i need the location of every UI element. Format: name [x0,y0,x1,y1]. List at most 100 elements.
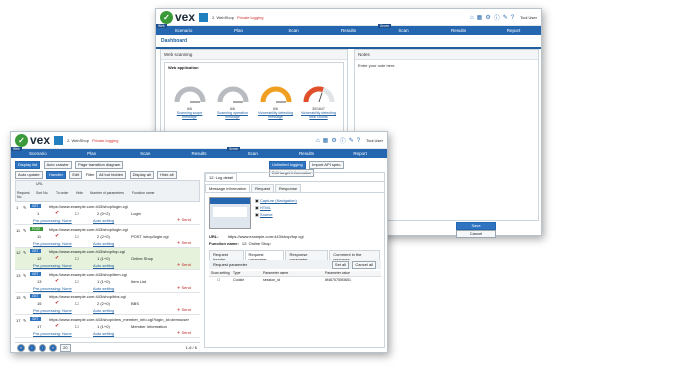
check-icon[interactable]: ✔ [55,323,59,329]
auto-setting-link[interactable]: Auto setting [93,331,114,336]
save-button[interactable]: Save [456,222,496,230]
check-icon[interactable]: ✔ [55,278,59,284]
auto-setting-link[interactable]: Auto setting [93,308,114,313]
nav-scenario[interactable]: Scenario [11,151,65,156]
gauge-link[interactable]: Scanning scope message [171,111,208,119]
send-button[interactable]: ✈ Send [177,240,191,245]
table-row[interactable]: 17 ✎ GET https://www.example.com:443/shop/v… [15,316,200,338]
edit-icon[interactable]: ✎ [23,295,26,300]
nav-plan[interactable]: Plan [65,151,119,156]
hide-all-button[interactable]: Hide all [157,171,177,179]
nav-server-scan[interactable]: Scan [226,151,280,156]
capture-link[interactable]: Capture (Navigation) [260,198,297,203]
tools-icon[interactable]: ✎ [349,137,354,144]
pre-processing-link[interactable]: Pre-processing: None [33,241,72,246]
gauge-link[interactable]: Vulnerability detecting message [257,111,294,119]
nav-scan[interactable]: Scan [266,28,321,33]
html-link[interactable]: HTML [260,205,271,210]
home-icon[interactable]: ⌂ [316,138,320,144]
table-row[interactable]: 13 ✎ GET https://www.example.com:443/shop/i… [15,271,200,293]
cancel-all-button[interactable]: Cancel all [352,261,376,269]
hide-checkbox[interactable]: ☐ [75,234,79,239]
pre-processing-link[interactable]: Pre-processing: None [33,218,72,223]
nav-results[interactable]: Results [172,151,226,156]
nav-plan[interactable]: Plan [211,28,266,33]
table-row[interactable]: 15 ✎ GET https://www.example.com:443/shop/b… [15,293,200,315]
hide-checkbox[interactable]: ☐ [75,211,79,216]
pre-processing-link[interactable]: Pre-processing: None [33,286,72,291]
auto-setting-link[interactable]: Auto setting [93,241,114,246]
scan-checkbox[interactable]: ☐ [217,278,220,282]
send-button[interactable]: ✈ Send [177,307,191,312]
display-all-button[interactable]: Display all [129,171,154,179]
edit-icon[interactable]: ✎ [23,205,26,210]
nav-report[interactable]: Report [333,151,387,156]
pre-processing-link[interactable]: Pre-processing: None [33,263,72,268]
page-size-select[interactable]: 20 [60,344,71,352]
info-icon[interactable]: ⓘ [494,13,500,22]
tools-icon[interactable]: ✎ [503,14,508,21]
tab-request[interactable]: Request [251,184,275,192]
send-button[interactable]: ✈ Send [177,262,191,267]
next-page-icon[interactable]: › [38,344,46,352]
unlimited-logging-button[interactable]: Unlimited logging [269,161,306,169]
source-link[interactable]: Source [260,212,273,217]
check-icon[interactable]: ✔ [55,210,59,216]
nav-results[interactable]: Results [321,28,376,33]
hide-checkbox[interactable]: ☐ [75,279,79,284]
notes-textarea[interactable]: Enter your note here. [355,60,538,71]
gauge-link[interactable]: Scanning operation message [214,111,251,119]
edit-icon[interactable]: ✎ [23,273,26,278]
grid-icon[interactable]: ▦ [323,137,329,144]
hide-checkbox[interactable]: ☐ [75,324,79,329]
import-api-button[interactable]: Import API spec. [309,161,345,169]
auto-setting-link[interactable]: Auto setting [93,263,114,268]
set-all-button[interactable]: Set all [331,261,350,269]
prev-page-icon[interactable]: ‹ [28,344,36,352]
pre-processing-link[interactable]: Pre-processing: None [33,308,72,313]
page-capture-thumbnail[interactable] [209,197,251,229]
check-icon[interactable]: ✔ [55,255,59,261]
edit-icon[interactable]: ✎ [23,228,26,233]
user-menu[interactable]: Tool User [520,15,537,20]
cancel-button[interactable]: Cancel [456,230,496,238]
edit-button[interactable]: Edit [69,171,83,179]
grid-icon[interactable]: ▦ [477,14,483,21]
filter-select[interactable]: All but hidden [95,171,127,179]
auto-setting-link[interactable]: Auto setting [93,286,114,291]
table-row[interactable]: 11 ✎ POST https://www.example.com:443/shop/… [15,226,200,248]
hide-checkbox[interactable]: ☐ [75,256,79,261]
edit-icon[interactable]: ✎ [23,250,26,255]
display-list-button[interactable]: Display list [15,161,41,169]
edit-icon[interactable]: ✎ [23,318,26,323]
hide-checkbox[interactable]: ☐ [75,301,79,306]
pre-processing-link[interactable]: Pre-processing: None [33,331,72,336]
nav-server-results[interactable]: Results [431,28,486,33]
nav-server-scan[interactable]: Scan [376,28,431,33]
page-transition-button[interactable]: Page transition diagram [75,161,124,169]
table-row[interactable]: 1 ✎ GET https://www.example.com:443/shop/lo… [15,203,200,225]
settings-icon[interactable]: ⚙ [485,14,490,21]
auto-update-button[interactable]: Auto update [15,171,43,179]
check-icon[interactable]: ✔ [55,233,59,239]
tab-message-info[interactable]: Message information [205,184,251,192]
nav-scenario[interactable]: Scenario [156,28,211,33]
settings-icon[interactable]: ⚙ [331,137,336,144]
handler-button[interactable]: Handler [45,171,66,179]
log-detail-tab[interactable]: 12: Log detail [205,173,238,181]
send-button[interactable]: ✈ Send [177,285,191,290]
nav-report[interactable]: Report [486,28,541,33]
first-page-icon[interactable]: « [17,344,26,352]
send-button[interactable]: ✈ Send [177,217,191,222]
nav-server-results[interactable]: Results [280,151,334,156]
auto-crawler-button[interactable]: Auto crawler [43,161,72,169]
last-page-icon[interactable]: » [48,344,58,352]
info-icon[interactable]: ⓘ [340,136,346,145]
check-icon[interactable]: ✔ [55,300,59,306]
nav-scan[interactable]: Scan [118,151,172,156]
auto-setting-link[interactable]: Auto setting [93,218,114,223]
send-button[interactable]: ✈ Send [177,330,191,335]
home-icon[interactable]: ⌂ [470,15,474,21]
gauge-link[interactable]: Vulnerability detecting total counts [300,111,337,119]
user-menu[interactable]: Tool User [366,138,383,143]
